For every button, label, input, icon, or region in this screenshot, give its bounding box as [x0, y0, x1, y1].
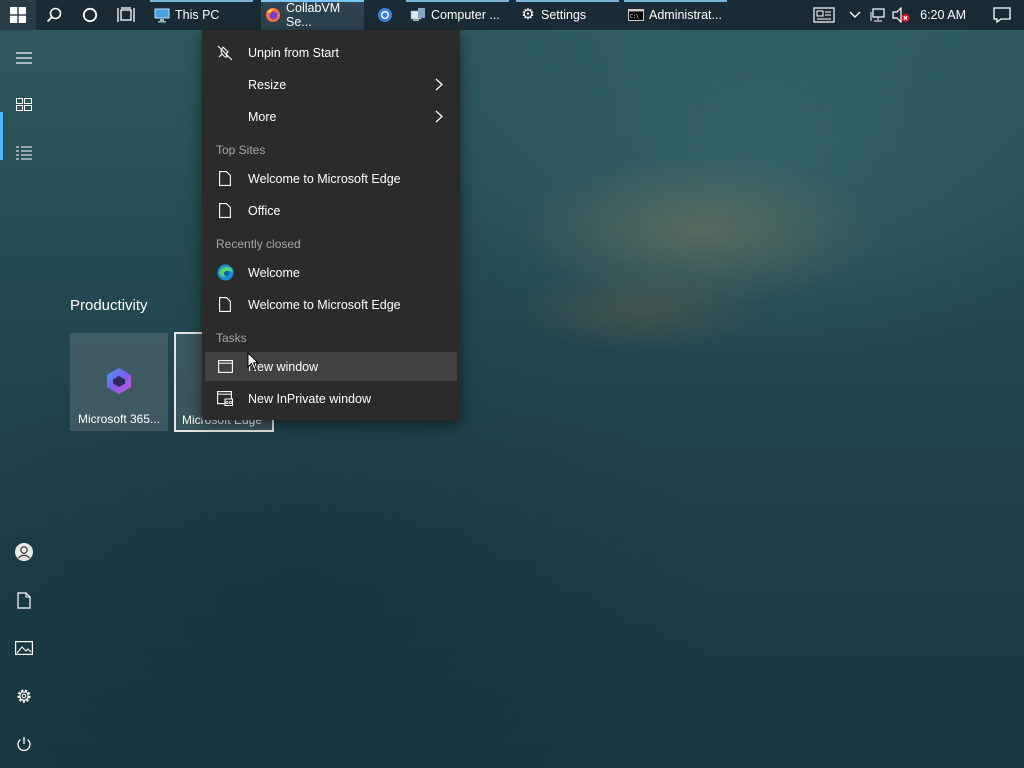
- section-header-recently-closed: Recently closed: [216, 237, 301, 251]
- menu-item-label: Welcome to Microsoft Edge: [248, 171, 401, 186]
- menu-item-resize[interactable]: Resize: [205, 70, 457, 99]
- menu-item-recently-closed[interactable]: Welcome to Microsoft Edge: [205, 290, 457, 319]
- taskbar-button-label: Settings: [541, 8, 587, 22]
- page-icon: [216, 296, 234, 314]
- menu-item-new-window[interactable]: New window: [205, 352, 457, 381]
- taskbar-button-label: Computer ...: [431, 8, 500, 22]
- all-apps-button[interactable]: [0, 129, 48, 177]
- open-indicator: [261, 0, 364, 2]
- firefox-icon: [266, 8, 280, 22]
- cortana-button[interactable]: [72, 0, 108, 30]
- open-indicator: [406, 0, 509, 2]
- network-icon: [870, 8, 885, 22]
- tile-label: Microsoft 365...: [78, 412, 161, 426]
- news-button[interactable]: [804, 7, 844, 23]
- menu-item-label: Unpin from Start: [248, 45, 340, 60]
- menu-item-label: Welcome: [248, 265, 300, 280]
- user-account-button[interactable]: [0, 528, 48, 576]
- tiles-icon: [16, 98, 32, 111]
- pictures-button[interactable]: [0, 624, 48, 672]
- search-icon: [46, 7, 62, 23]
- taskbar-button-this-pc[interactable]: This PC: [150, 0, 253, 30]
- menu-item-top-site[interactable]: Office: [205, 196, 457, 225]
- taskbar-button-settings[interactable]: ⚙ Settings: [516, 0, 619, 30]
- command-prompt-icon: C:\: [628, 9, 644, 21]
- menu-item-label: More: [248, 109, 277, 124]
- menu-item-label: Office: [248, 203, 281, 218]
- open-indicator: [150, 0, 253, 2]
- start-menu-rail: [0, 30, 48, 768]
- microsoft-365-icon: [107, 368, 131, 394]
- documents-button[interactable]: [0, 576, 48, 624]
- edge-icon: [216, 264, 234, 282]
- section-header-tasks: Tasks: [216, 331, 247, 345]
- svg-text:C:\: C:\: [630, 14, 639, 20]
- gear-icon: ⚙: [521, 6, 535, 23]
- user-icon: [15, 543, 33, 561]
- chevron-right-icon: [435, 78, 443, 91]
- task-view-icon: [117, 7, 135, 22]
- notification-icon: [993, 7, 1011, 23]
- search-button[interactable]: [36, 0, 72, 30]
- pinned-tiles-button[interactable]: [0, 81, 48, 129]
- document-icon: [17, 591, 31, 609]
- menu-item-label: Welcome to Microsoft Edge: [248, 297, 401, 312]
- network-button[interactable]: [866, 7, 890, 23]
- mouse-cursor-icon: [247, 352, 259, 371]
- taskbar-button-label: CollabVM Se...: [286, 1, 341, 29]
- chevron-right-icon: [435, 110, 443, 123]
- computer-icon: [154, 8, 170, 23]
- taskbar-button-chrome[interactable]: [371, 0, 401, 30]
- volume-muted-icon: [892, 7, 910, 23]
- task-view-button[interactable]: [108, 0, 144, 30]
- computer-management-icon: [410, 8, 425, 21]
- browser-app-icon: [378, 8, 392, 22]
- tile-group-title[interactable]: Productivity: [70, 297, 148, 314]
- start-button[interactable]: [0, 0, 36, 30]
- taskbar-button-label: This PC: [175, 8, 220, 22]
- menu-item-more[interactable]: More: [205, 102, 457, 131]
- unpin-icon: [216, 44, 234, 62]
- menu-item-new-inprivate-window[interactable]: New InPrivate window: [205, 384, 457, 413]
- page-icon: [216, 202, 234, 220]
- inprivate-window-icon: [216, 390, 234, 408]
- menu-item-recently-closed[interactable]: Welcome: [205, 258, 457, 287]
- taskbar: This PC CollabVM Se... Computer ... ⚙ Se…: [0, 0, 1024, 30]
- show-hidden-icons-button[interactable]: [844, 11, 866, 19]
- section-header-top-sites: Top Sites: [216, 143, 266, 157]
- news-icon: [813, 7, 835, 23]
- taskbar-button-firefox[interactable]: CollabVM Se...: [261, 0, 364, 30]
- picture-icon: [15, 641, 33, 655]
- cortana-icon: [82, 7, 98, 23]
- open-indicator: [624, 0, 727, 2]
- clock[interactable]: 6:20 AM: [920, 8, 966, 22]
- tile-context-menu: Unpin from Start Resize More Top Sites W…: [202, 30, 460, 420]
- power-icon: [17, 737, 31, 751]
- taskbar-button-computer-management[interactable]: Computer ...: [406, 0, 509, 30]
- system-tray: 6:20 AM: [804, 0, 1024, 30]
- tile-microsoft-365[interactable]: Microsoft 365...: [70, 333, 168, 431]
- page-icon: [216, 170, 234, 188]
- gear-icon: [17, 689, 31, 703]
- window-icon: [216, 358, 234, 376]
- power-button[interactable]: [0, 720, 48, 768]
- menu-item-top-site[interactable]: Welcome to Microsoft Edge: [205, 164, 457, 193]
- windows-logo-icon: [10, 7, 26, 23]
- action-center-button[interactable]: [980, 7, 1024, 23]
- list-icon: [16, 146, 32, 160]
- hamburger-icon: [16, 52, 32, 64]
- menu-item-label: New InPrivate window: [248, 391, 371, 406]
- menu-item-unpin-from-start[interactable]: Unpin from Start: [205, 38, 457, 67]
- menu-item-label: Resize: [248, 77, 287, 92]
- settings-button[interactable]: [0, 672, 48, 720]
- taskbar-button-command-prompt[interactable]: C:\ Administrat...: [624, 0, 727, 30]
- open-indicator: [516, 0, 619, 2]
- taskbar-button-label: Administrat...: [649, 8, 722, 22]
- chevron-up-icon: [849, 11, 861, 18]
- expand-menu-button[interactable]: [0, 34, 48, 82]
- volume-button[interactable]: [890, 7, 912, 23]
